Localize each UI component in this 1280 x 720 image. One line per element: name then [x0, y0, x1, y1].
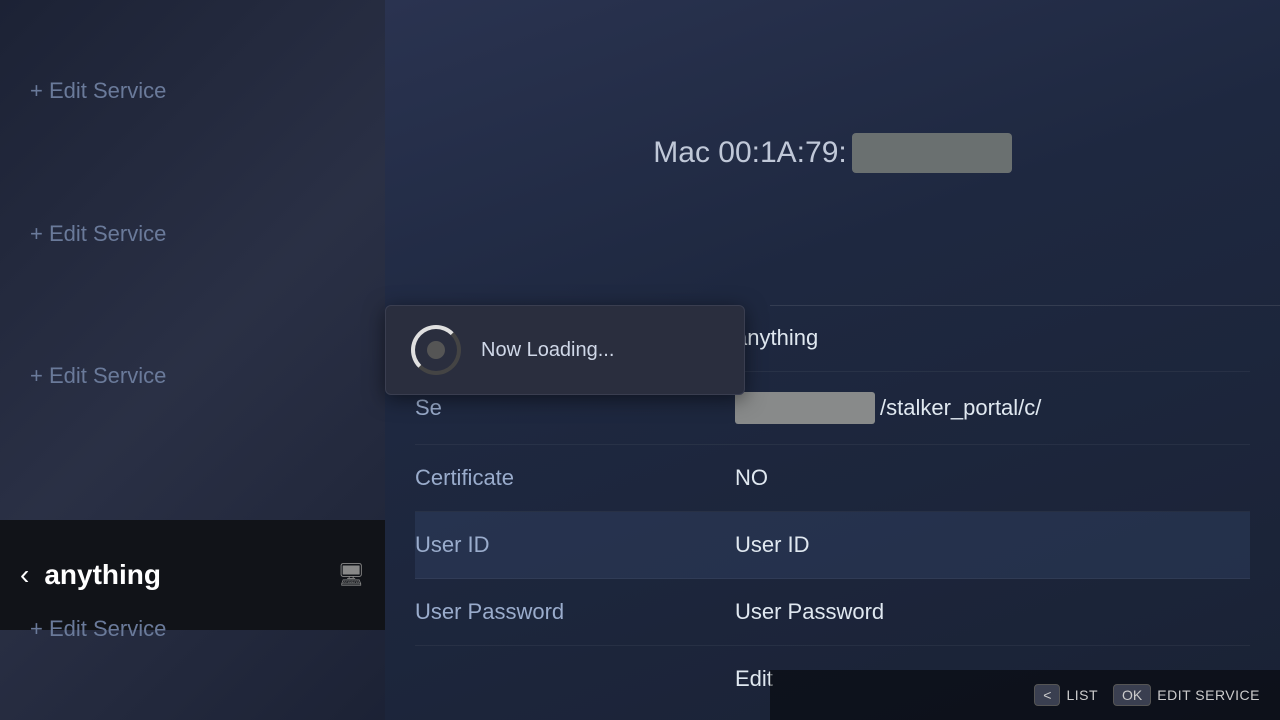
bottom-bar: < LIST OK EDIT SERVICE	[770, 670, 1280, 720]
certificate-row: Certificate NO	[415, 445, 1250, 512]
url-hidden-block	[735, 392, 875, 424]
edit-service-label: EDIT SERVICE	[1157, 687, 1260, 703]
list-label: LIST	[1066, 687, 1098, 703]
mac-prefix: Mac 00:1A:79:	[653, 136, 846, 170]
user-password-label: User Password	[415, 599, 735, 625]
url-suffix: /stalker_portal/c/	[880, 395, 1041, 421]
certificate-label: Certificate	[415, 465, 735, 491]
sidebar-item-3[interactable]: + Edit Service	[0, 343, 385, 409]
mac-display: Mac 00:1A:79:	[653, 133, 1011, 173]
user-id-row: User ID User ID	[415, 512, 1250, 579]
ok-edit-button[interactable]: OK EDIT SERVICE	[1113, 684, 1260, 706]
back-arrow-icon[interactable]: ‹	[20, 559, 29, 591]
user-password-value: User Password	[735, 599, 1250, 625]
mac-value-hidden	[852, 133, 1012, 173]
user-password-row: User Password User Password	[415, 579, 1250, 646]
active-service-label: anything	[44, 559, 322, 591]
back-key: <	[1034, 684, 1060, 706]
sidebar-item-2[interactable]: + Edit Service	[0, 201, 385, 267]
loading-spinner	[411, 325, 461, 375]
sidebar-item-4[interactable]: + Edit Service	[0, 596, 385, 662]
ok-key: OK	[1113, 684, 1151, 706]
top-section: Mac 00:1A:79:	[385, 0, 1280, 305]
list-button[interactable]: < LIST	[1034, 684, 1098, 706]
user-id-value: User ID	[735, 532, 1250, 558]
service-url-value: /stalker_portal/c/	[735, 392, 1250, 424]
user-id-label: User ID	[415, 532, 735, 558]
loading-overlay: Now Loading...	[385, 305, 745, 395]
service-name-value: anything	[735, 325, 1250, 351]
edit-button[interactable]: Edit	[735, 666, 773, 692]
certificate-value: NO	[735, 465, 1250, 491]
sidebar: + Edit Service + Edit Service + Edit Ser…	[0, 0, 385, 720]
service-url-label: Se	[415, 395, 735, 421]
sidebar-item-1[interactable]: + Edit Service	[0, 58, 385, 124]
loading-text: Now Loading...	[481, 339, 614, 362]
tv-icon: 🖥	[337, 562, 365, 588]
